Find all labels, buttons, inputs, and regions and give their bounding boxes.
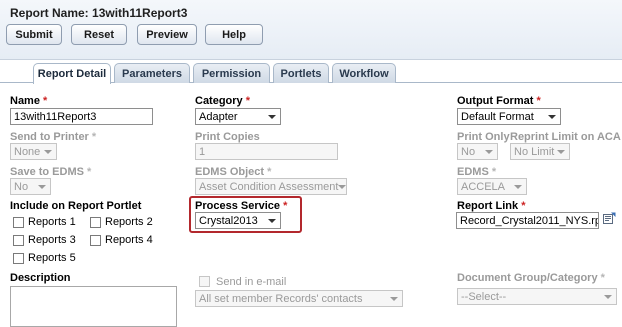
send-email-label: Send in e-mail <box>216 276 287 288</box>
process-service-select[interactable]: Crystal2013 <box>195 212 281 229</box>
preview-button[interactable]: Preview <box>137 24 197 45</box>
print-copies-input[interactable]: 1 <box>195 143 338 160</box>
chevron-down-icon <box>548 114 556 119</box>
print-only-select[interactable]: No <box>457 143 498 160</box>
chevron-down-icon <box>514 184 522 189</box>
tab-portlets[interactable]: Portlets <box>273 63 329 83</box>
chevron-down-icon <box>485 149 493 154</box>
output-format-select[interactable]: Default Format <box>457 108 561 125</box>
category-select[interactable]: Adapter <box>195 108 281 125</box>
reprint-limit-select[interactable]: No Limit <box>510 143 570 160</box>
save-to-edms-label: Save to EDMS * <box>10 166 92 178</box>
reports-1-checkbox[interactable] <box>13 217 24 228</box>
chevron-down-icon <box>268 114 276 119</box>
output-format-label: Output Format * <box>457 95 541 107</box>
reports-2-label: Reports 2 <box>105 216 153 228</box>
reports-5-checkbox[interactable] <box>13 253 24 264</box>
report-link-input[interactable]: Record_Crystal2011_NYS.rpt <box>456 212 599 229</box>
chevron-down-icon <box>338 184 346 189</box>
reports-4-label: Reports 4 <box>105 234 153 246</box>
chevron-down-icon <box>390 296 398 301</box>
chevron-down-icon <box>604 294 612 299</box>
chevron-down-icon <box>557 149 565 154</box>
name-input[interactable]: 13with11Report3 <box>10 108 153 125</box>
edms-select[interactable]: ACCELA <box>457 178 527 195</box>
document-group-label: Document Group/Category * <box>457 272 605 284</box>
print-only-label: Print Only <box>457 131 510 143</box>
chevron-down-icon <box>268 218 276 223</box>
chevron-down-icon <box>38 184 46 189</box>
edms-label: EDMS * <box>457 166 497 178</box>
reports-3-label: Reports 3 <box>28 234 76 246</box>
send-to-printer-select[interactable]: None <box>10 143 57 160</box>
print-copies-label: Print Copies <box>195 131 260 143</box>
reset-button[interactable]: Reset <box>71 24 127 45</box>
save-to-edms-select[interactable]: No <box>10 178 51 195</box>
send-to-printer-label: Send to Printer * <box>10 131 97 143</box>
tab-permission[interactable]: Permission <box>193 63 270 83</box>
name-label: Name * <box>10 95 48 107</box>
reports-3-checkbox[interactable] <box>13 235 24 246</box>
email-recipients-select[interactable]: All set member Records' contacts <box>195 290 403 307</box>
edms-object-label: EDMS Object * <box>195 166 272 178</box>
description-label: Description <box>10 272 71 284</box>
tab-report-detail[interactable]: Report Detail <box>33 63 111 84</box>
report-title: Report Name: 13with11Report3 <box>10 6 188 20</box>
process-service-label: Process Service * <box>195 200 288 212</box>
browse-file-icon[interactable] <box>603 212 616 227</box>
chevron-down-icon <box>44 149 52 154</box>
reports-2-checkbox[interactable] <box>90 217 101 228</box>
tab-parameters[interactable]: Parameters <box>114 63 190 83</box>
report-link-label: Report Link * <box>457 200 526 212</box>
submit-button[interactable]: Submit <box>6 24 62 45</box>
category-label: Category * <box>195 95 251 107</box>
reports-4-checkbox[interactable] <box>90 235 101 246</box>
tab-workflow[interactable]: Workflow <box>332 63 396 83</box>
reports-5-label: Reports 5 <box>28 252 76 264</box>
send-email-checkbox[interactable] <box>199 276 210 287</box>
reprint-limit-label: Reprint Limit on ACA <box>510 131 621 143</box>
help-button[interactable]: Help <box>205 24 263 45</box>
include-portlet-label: Include on Report Portlet <box>10 200 142 212</box>
edms-object-select[interactable]: Asset Condition Assessment <box>195 178 347 195</box>
description-textarea[interactable] <box>10 286 177 327</box>
document-group-select[interactable]: --Select-- <box>457 288 617 305</box>
reports-1-label: Reports 1 <box>28 216 76 228</box>
